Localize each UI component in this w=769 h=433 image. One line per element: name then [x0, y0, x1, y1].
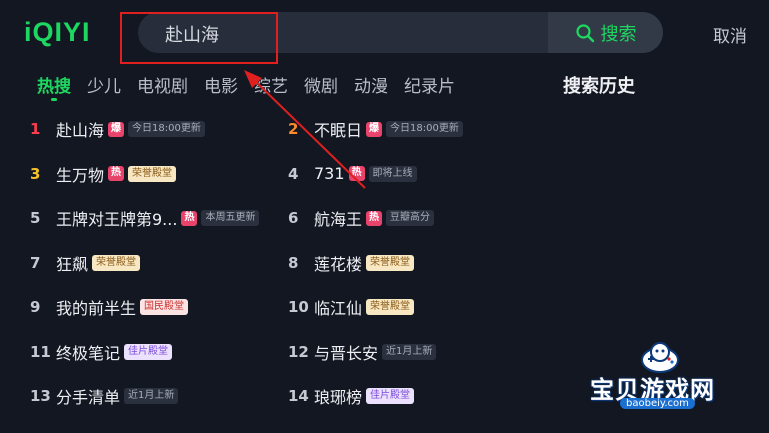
rank-number: 1: [30, 120, 41, 138]
tab-micro-drama[interactable]: 微剧: [304, 72, 338, 97]
rank-number: 14: [288, 387, 309, 405]
status-tag: 佳片殿堂: [366, 388, 415, 404]
rank-number: 9: [30, 298, 41, 316]
list-item[interactable]: 5 王牌对王牌第9... 热本周五更新: [30, 206, 260, 230]
list-item[interactable]: 12 与晋长安 近1月上新: [288, 340, 437, 364]
show-title: 不眠日: [314, 121, 363, 140]
rank-number: 7: [30, 253, 41, 272]
hot-badge: 热: [366, 210, 383, 226]
hot-badge: 热: [181, 210, 198, 226]
list-item[interactable]: 13 分手清单 近1月上新: [30, 384, 179, 408]
show-title: 与晋长安: [314, 343, 379, 363]
show-title: 航海王: [314, 210, 363, 229]
tab-documentary[interactable]: 纪录片: [404, 72, 455, 97]
rank-number: 13: [30, 387, 51, 405]
tab-variety[interactable]: 综艺: [254, 72, 288, 97]
hot-badge: 热: [108, 166, 125, 181]
show-title: 分手清单: [56, 388, 121, 407]
hot-badge: 爆: [366, 121, 383, 137]
show-title: 生万物: [56, 165, 105, 185]
tab-movie[interactable]: 电影: [204, 72, 238, 97]
list-item[interactable]: 10 临江仙 荣誉殿堂: [288, 295, 415, 319]
list-item[interactable]: 8 莲花楼 荣誉殿堂: [288, 251, 415, 275]
status-tag: 今日18:00更新: [386, 121, 463, 137]
search-button[interactable]: 搜索: [548, 12, 663, 53]
rank-number: 5: [30, 209, 41, 227]
status-tag: 荣誉殿堂: [366, 299, 415, 315]
rank-number: 3: [30, 164, 41, 183]
status-tag: 即将上线: [368, 165, 417, 182]
list-item[interactable]: 7 狂飙 荣誉殿堂: [30, 251, 141, 275]
rank-number: 2: [288, 120, 299, 138]
category-tabs: 热搜 少儿 电视剧 电影 综艺 微剧 动漫 纪录片: [37, 72, 471, 101]
list-item[interactable]: 14 琅琊榜 佳片殿堂: [288, 384, 415, 408]
hot-badge: 爆: [108, 121, 125, 137]
show-title: 莲花楼: [314, 254, 363, 274]
status-tag: 荣誉殿堂: [128, 165, 177, 182]
status-tag: 今日18:00更新: [128, 121, 205, 137]
annotation-highlight-box: [120, 12, 278, 64]
list-item[interactable]: 3 生万物热荣誉殿堂: [30, 162, 177, 186]
hot-badge: 热: [348, 166, 365, 181]
status-tag: 荣誉殿堂: [92, 254, 141, 271]
status-tag: 豆瓣高分: [386, 210, 435, 226]
list-item[interactable]: 1 赴山海爆今日18:00更新: [30, 117, 205, 141]
tab-hot[interactable]: 热搜: [37, 72, 71, 101]
tab-kids[interactable]: 少儿: [87, 72, 121, 97]
list-item[interactable]: 6 航海王热豆瓣高分: [288, 206, 435, 230]
show-title: 琅琊榜: [314, 388, 363, 407]
tab-anime[interactable]: 动漫: [354, 72, 388, 97]
show-title: 王牌对王牌第9...: [56, 210, 178, 229]
list-item[interactable]: 11 终极笔记 佳片殿堂: [30, 340, 173, 364]
show-title: 狂飙: [56, 254, 89, 274]
show-title: 我的前半生: [56, 299, 137, 318]
status-tag: 佳片殿堂: [124, 343, 173, 360]
list-item[interactable]: 4 731 热即将上线: [288, 162, 417, 186]
gamepad-icon: [641, 342, 679, 373]
show-title: 终极笔记: [56, 343, 121, 363]
list-item[interactable]: 9 我的前半生 国民殿堂: [30, 295, 189, 319]
status-tag: 国民殿堂: [140, 299, 189, 315]
rank-number: 4: [288, 164, 299, 183]
rank-number: 12: [288, 342, 309, 361]
cancel-button[interactable]: 取消: [713, 22, 747, 47]
search-icon: [575, 23, 594, 42]
show-title: 临江仙: [314, 299, 363, 318]
show-title: 赴山海: [56, 121, 105, 140]
status-tag: 荣誉殿堂: [366, 254, 415, 271]
tab-tv[interactable]: 电视剧: [137, 72, 188, 97]
iqiyi-logo: iQIYI: [24, 17, 91, 47]
watermark-logo: 宝贝游戏网 baobeiy.com: [590, 340, 740, 410]
search-history-title: 搜索历史: [563, 76, 635, 97]
rank-number: 8: [288, 253, 299, 272]
watermark-url: baobeiy.com: [620, 398, 695, 409]
status-tag: 本周五更新: [201, 210, 260, 226]
list-item[interactable]: 2 不眠日爆今日18:00更新: [288, 117, 463, 141]
status-tag: 近1月上新: [382, 343, 437, 360]
status-tag: 近1月上新: [124, 388, 179, 404]
show-title: 731: [314, 164, 345, 183]
rank-number: 10: [288, 298, 309, 316]
search-button-label: 搜索: [600, 23, 637, 45]
rank-number: 11: [30, 342, 51, 361]
rank-number: 6: [288, 209, 299, 227]
